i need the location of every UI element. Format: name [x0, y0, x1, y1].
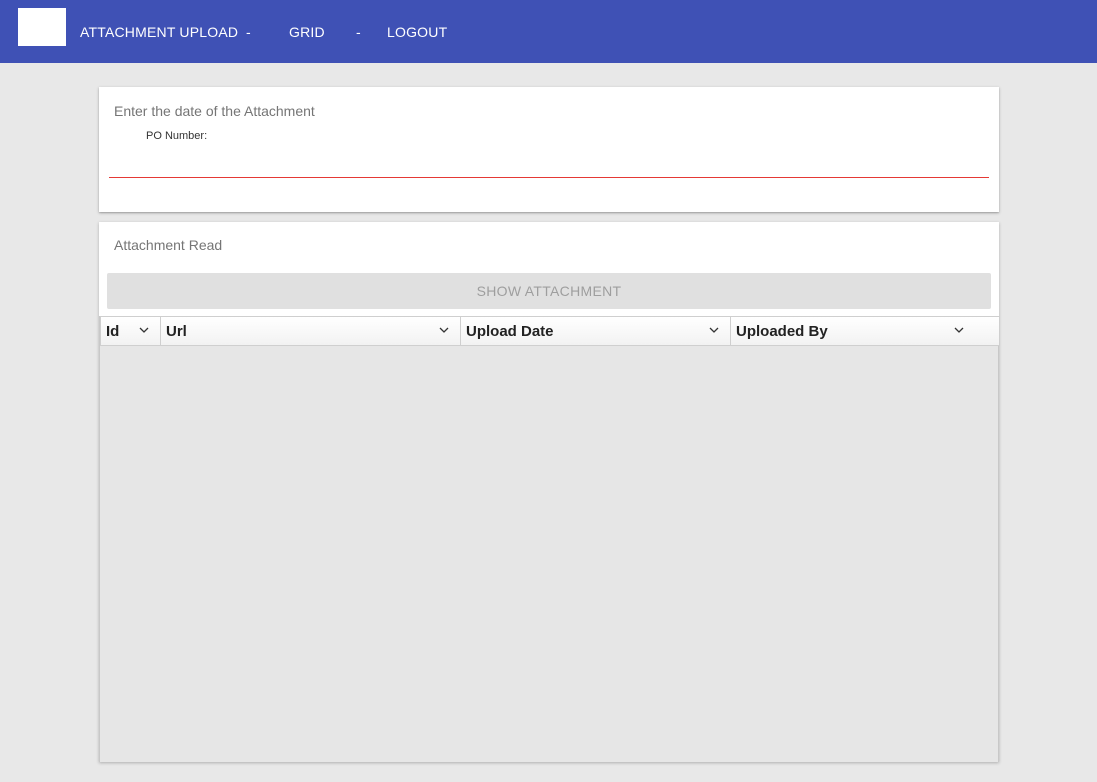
attachment-grid: Id Url Upload Date Uploaded By	[99, 316, 1000, 762]
column-label: Uploaded By	[736, 323, 828, 340]
chevron-down-icon[interactable]	[438, 323, 450, 337]
column-header-uploaded-by[interactable]: Uploaded By	[731, 317, 999, 345]
po-number-label: PO Number:	[146, 130, 208, 140]
nav-grid[interactable]: GRID	[289, 24, 325, 40]
column-label: Id	[106, 323, 120, 340]
nav-separator: -	[356, 24, 361, 40]
grid-body[interactable]	[100, 346, 998, 762]
show-attachment-button[interactable]: SHOW ATTACHMENT	[107, 273, 991, 309]
nav-logout[interactable]: LOGOUT	[387, 24, 447, 40]
chevron-down-icon[interactable]	[953, 323, 965, 337]
column-label: Upload Date	[466, 323, 554, 340]
attachment-read-title: Attachment Read	[114, 237, 223, 253]
nav-attachment-upload[interactable]: ATTACHMENT UPLOAD	[80, 24, 238, 40]
column-header-upload-date[interactable]: Upload Date	[461, 317, 731, 345]
app-logo	[18, 8, 66, 46]
column-header-url[interactable]: Url	[161, 317, 461, 345]
chevron-down-icon[interactable]	[708, 323, 720, 337]
attachment-read-card: Attachment Read SHOW ATTACHMENT Id Url U…	[99, 222, 1000, 762]
column-header-id[interactable]: Id	[101, 317, 161, 345]
grid-header: Id Url Upload Date Uploaded By	[100, 316, 1000, 346]
top-app-bar: ATTACHMENT UPLOAD - GRID - LOGOUT	[0, 0, 1097, 63]
date-card-title: Enter the date of the Attachment	[114, 103, 315, 119]
chevron-down-icon[interactable]	[138, 323, 150, 337]
po-number-input[interactable]	[109, 145, 989, 178]
date-card: Enter the date of the Attachment PO Numb…	[99, 87, 999, 212]
nav-separator: -	[246, 24, 251, 40]
column-label: Url	[166, 323, 187, 340]
